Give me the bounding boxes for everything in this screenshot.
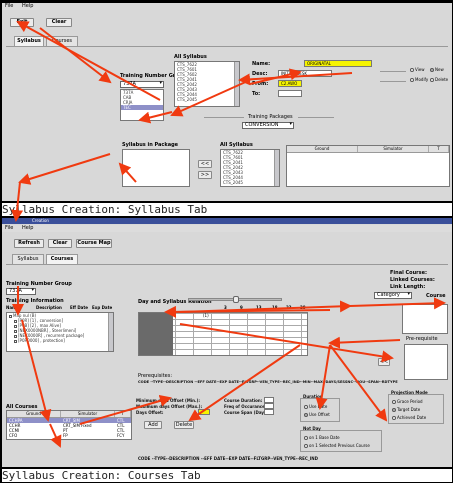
- arrow: [138, 111, 173, 124]
- arrow: [118, 162, 137, 183]
- arrow-group: [11, 21, 446, 448]
- arrow: [11, 181, 24, 222]
- arrow: [49, 423, 62, 448]
- arrow: [188, 344, 301, 422]
- arrow: [238, 72, 353, 86]
- arrow: [18, 153, 111, 185]
- arrow: [328, 336, 401, 349]
- arrow: [79, 395, 172, 425]
- arrow: [164, 305, 331, 318]
- arrow: [39, 27, 112, 84]
- arrow: [21, 319, 52, 422]
- annotation-arrows: [11, 21, 446, 448]
- arrow: [315, 344, 331, 410]
- arrow: [16, 21, 161, 101]
- arrow: [170, 79, 251, 117]
- arrow: [349, 297, 446, 310]
